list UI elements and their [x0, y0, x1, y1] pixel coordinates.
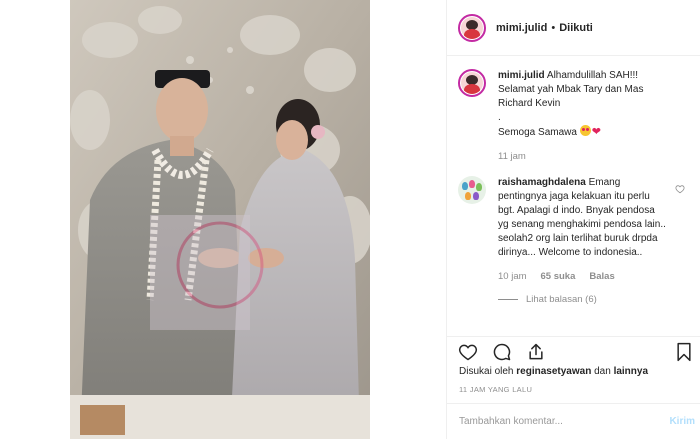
caption-line-2: Selamat yah Mbak Tary dan Mas — [498, 84, 644, 95]
comment-text: Emang pentingnya jaga kelakuan itu perlu… — [498, 177, 666, 258]
comment-bubble-icon — [493, 343, 511, 361]
post-header: mimi.julid • Diikuti — [447, 0, 700, 56]
follow-status-button[interactable]: Diikuti — [559, 22, 593, 34]
caption-meta: 11 jam — [498, 150, 668, 164]
share-button[interactable] — [525, 341, 547, 363]
caption-line-3: Richard Kevin — [498, 98, 561, 109]
avatar-image — [461, 72, 483, 94]
comments-section: mimi.julid Alhamdulillah SAH!!! Selamat … — [447, 57, 700, 335]
caption-line-1: Alhamdulillah SAH!!! — [546, 70, 639, 81]
avatar-image — [461, 16, 483, 39]
liked-by-others[interactable]: lainnya — [614, 366, 648, 377]
red-heart-emoji-icon: ❤ — [591, 126, 601, 138]
post-actions: Disukai oleh reginasetyawan dan lainnya … — [447, 336, 700, 438]
share-icon — [529, 343, 543, 360]
liked-by-user[interactable]: reginasetyawan — [516, 366, 591, 377]
right-gutter — [370, 0, 446, 439]
caption-username[interactable]: mimi.julid — [498, 70, 545, 81]
liked-by-prefix: Disukai oleh — [459, 366, 514, 377]
view-replies-label[interactable]: Lihat balasan (6) — [526, 294, 597, 305]
comment-input[interactable] — [459, 416, 659, 427]
comment-item: raishamaghdalena Emang pentingnya jaga k… — [458, 176, 689, 284]
liked-by: Disukai oleh reginasetyawan dan lainnya — [459, 366, 648, 377]
add-comment-bar: Kirim — [447, 403, 700, 439]
post-comment-button[interactable]: Kirim — [669, 416, 695, 427]
post-media[interactable] — [70, 0, 370, 439]
liked-by-joiner: dan — [594, 366, 611, 377]
caption: mimi.julid Alhamdulillah SAH!!! Selamat … — [458, 69, 689, 164]
caption-line-4: . — [498, 112, 501, 123]
like-comment-heart-icon[interactable] — [675, 184, 685, 194]
author-username[interactable]: mimi.julid — [496, 22, 547, 34]
comment-likes[interactable]: 65 suka — [541, 270, 576, 284]
bookmark-icon — [677, 342, 691, 362]
caption-time[interactable]: 11 jam — [498, 150, 526, 164]
commenter-avatar[interactable] — [458, 176, 486, 204]
view-replies[interactable]: Lihat balasan (6) — [498, 294, 689, 305]
comment-meta: 10 jam 65 suka Balas — [498, 270, 668, 284]
caption-line-5-text: Semoga Samawa — [498, 127, 577, 138]
replies-divider — [498, 299, 518, 300]
comment-body: raishamaghdalena Emang pentingnya jaga k… — [498, 176, 668, 284]
commenter-username[interactable]: raishamaghdalena — [498, 177, 586, 188]
header-separator: • — [551, 21, 556, 34]
action-icons — [457, 341, 547, 363]
comment-time[interactable]: 10 jam — [498, 270, 527, 284]
caption-avatar[interactable] — [458, 69, 486, 97]
author-avatar[interactable] — [458, 13, 486, 42]
wedding-photo — [70, 0, 370, 439]
comment-button[interactable] — [491, 341, 513, 363]
post-sidebar: mimi.julid • Diikuti mimi.julid Alhamdul… — [446, 0, 700, 439]
instagram-post-viewer: mimi.julid • Diikuti mimi.julid Alhamdul… — [0, 0, 700, 439]
caption-body: mimi.julid Alhamdulillah SAH!!! Selamat … — [498, 69, 668, 164]
heart-icon — [458, 344, 478, 361]
save-button[interactable] — [673, 341, 695, 363]
like-button[interactable] — [457, 341, 479, 363]
left-gutter — [0, 0, 70, 439]
reply-button[interactable]: Balas — [589, 270, 614, 284]
post-timestamp[interactable]: 11 JAM YANG LALU — [459, 385, 532, 394]
caption-line-5: Semoga Samawa ❤ — [498, 125, 668, 140]
heart-eyes-emoji-icon — [579, 125, 591, 136]
